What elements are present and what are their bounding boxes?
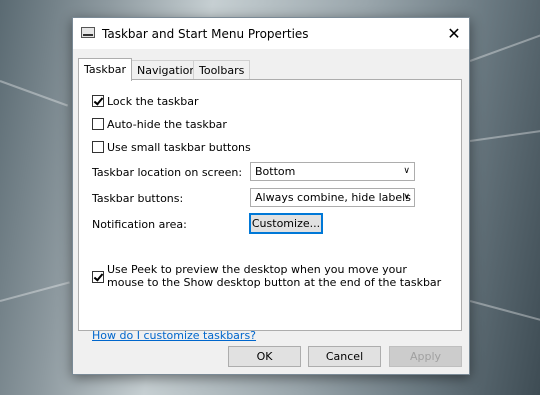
autohide-checkbox[interactable] xyxy=(92,118,104,130)
properties-dialog: Taskbar and Start Menu Properties ✕ Task… xyxy=(72,17,470,375)
location-select[interactable]: Bottom ∨ xyxy=(250,162,415,181)
title-bar[interactable]: Taskbar and Start Menu Properties ✕ xyxy=(73,18,469,49)
background-streak xyxy=(0,80,68,107)
autohide-label: Auto-hide the taskbar xyxy=(107,117,227,131)
apply-button[interactable]: Apply xyxy=(389,346,462,367)
peek-checkbox[interactable] xyxy=(92,271,104,283)
small-buttons-label: Use small taskbar buttons xyxy=(107,140,251,154)
location-label: Taskbar location on screen: xyxy=(92,166,243,179)
background-streak xyxy=(469,32,540,62)
location-value: Bottom xyxy=(255,165,296,178)
cancel-button[interactable]: Cancel xyxy=(308,346,381,367)
peek-label: Use Peek to preview the desktop when you… xyxy=(107,263,442,289)
small-buttons-option[interactable]: Use small taskbar buttons xyxy=(92,139,251,155)
notification-area-label: Notification area: xyxy=(92,218,187,231)
lock-taskbar-label: Lock the taskbar xyxy=(107,94,199,108)
tab-toolbars[interactable]: Toolbars xyxy=(193,60,251,80)
taskbar-buttons-value: Always combine, hide labels xyxy=(255,191,411,204)
taskbar-tab-panel: Lock the taskbar Auto-hide the taskbar U… xyxy=(78,79,462,342)
chevron-down-icon: ∨ xyxy=(403,166,410,176)
background-streak xyxy=(469,128,540,142)
help-link[interactable]: How do I customize taskbars? xyxy=(92,329,256,342)
customize-button[interactable]: Customize... xyxy=(249,213,323,234)
background-streak xyxy=(0,281,70,302)
taskbar-app-icon xyxy=(81,27,95,38)
close-icon: ✕ xyxy=(447,24,461,43)
lock-taskbar-checkbox[interactable] xyxy=(92,95,104,107)
lock-taskbar-option[interactable]: Lock the taskbar xyxy=(92,93,199,109)
autohide-option[interactable]: Auto-hide the taskbar xyxy=(92,116,227,132)
window-title: Taskbar and Start Menu Properties xyxy=(102,27,309,41)
tab-taskbar[interactable]: Taskbar xyxy=(78,58,132,81)
tab-navigation[interactable]: Navigation xyxy=(131,60,203,80)
ok-button[interactable]: OK xyxy=(228,346,301,367)
background-streak xyxy=(469,300,540,323)
chevron-down-icon: ∨ xyxy=(403,192,410,202)
small-buttons-checkbox[interactable] xyxy=(92,141,104,153)
peek-option[interactable]: Use Peek to preview the desktop when you… xyxy=(92,263,442,289)
taskbar-buttons-label: Taskbar buttons: xyxy=(92,192,184,205)
close-button[interactable]: ✕ xyxy=(439,18,469,49)
taskbar-buttons-select[interactable]: Always combine, hide labels ∨ xyxy=(250,188,415,207)
